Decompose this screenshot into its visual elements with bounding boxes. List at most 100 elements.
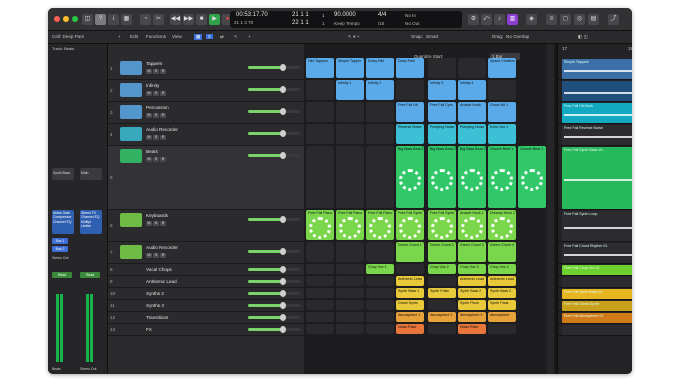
loop-cell[interactable]: Free Fall Cym [428,102,456,122]
track-name[interactable]: Audio Recorder [146,245,178,250]
loop-cell[interactable] [306,300,334,310]
volume-fader[interactable] [248,152,300,159]
track-name[interactable]: Tappers [146,61,162,66]
loop-cell[interactable]: Chop Vox 1 [366,264,394,274]
volume-fader[interactable] [248,278,300,285]
loop-cell[interactable]: Ghost Synth [396,300,424,310]
loop-cell[interactable]: Free Fall Piano [336,210,364,240]
loop-cell[interactable]: Infinity 1 [336,80,364,100]
loop-cell[interactable] [336,264,364,274]
loop-cell[interactable]: Infinity 2 [366,80,394,100]
stop-icon[interactable]: ■ [196,14,207,25]
loop-cell[interactable]: Anthemic Lead [488,276,516,286]
loop-cell[interactable]: Anthemic Lead [458,276,486,286]
loop-cell[interactable]: Arcade Hook 1 [458,210,486,240]
loop-browser-icon[interactable]: ◎ [574,14,585,25]
mute-solo-record[interactable]: MSR [146,91,167,96]
loop-cell[interactable]: Simple Tapper [336,58,364,78]
loop-cell[interactable] [306,102,334,122]
loop-cell[interactable]: Arcade Hook [458,102,486,122]
zoom-window-button[interactable] [72,16,78,22]
grid-view-toggle[interactable]: ▦ [194,34,203,40]
loop-cell[interactable]: Synth Bass 1 [396,288,424,298]
pencil-tool-icon[interactable]: + [248,34,251,39]
plugin-slot-b[interactable]: Main [80,168,102,180]
loop-cell[interactable] [306,80,334,100]
loop-cell[interactable]: Atmosphere 3 [458,312,486,322]
loop-cell[interactable]: Green Chord 1 [396,242,424,262]
loop-cell[interactable] [306,264,334,274]
volume-fader[interactable] [248,314,300,321]
region[interactable]: Free Fall Hit Hook [562,103,632,123]
track-row[interactable]: 3 Percussion M S R [108,102,304,124]
loop-cell[interactable]: Free Fall Hit [396,102,424,122]
loop-cell[interactable]: Big Bass Beat 3 [458,146,486,208]
track-name[interactable]: Percussion [146,105,169,110]
loop-cell[interactable] [366,146,394,208]
loop-cell[interactable] [428,276,456,286]
volume-fader[interactable] [248,130,300,137]
loop-cell[interactable]: Anthemic Lead [396,276,424,286]
loop-cell[interactable] [336,124,364,144]
forward-icon[interactable]: ▶▶ [183,14,194,25]
track-name[interactable]: Synths 3 [146,303,164,308]
loop-cell[interactable] [336,312,364,322]
track-row[interactable]: 6 Keyboards M S R [108,210,304,242]
track-name[interactable]: FX [146,327,152,332]
region[interactable]: Free Fall Synth Loop [562,211,632,241]
volume-fader[interactable] [248,64,300,71]
loop-cell[interactable] [306,242,334,262]
loop-cell[interactable] [366,312,394,322]
region[interactable] [562,277,632,287]
loop-cell[interactable]: Groove Beat 1 [488,146,516,208]
loop-cell[interactable] [428,300,456,310]
track-name[interactable]: Vocal Chops [146,267,172,272]
library-icon[interactable]: ◫ [82,14,93,25]
loop-cell[interactable] [366,300,394,310]
inspector-icon[interactable]: i [108,14,119,25]
track-row[interactable]: 7 Audio Recorder M S R [108,242,304,264]
loop-cell[interactable] [366,276,394,286]
list-editors-icon[interactable]: ≡ [546,14,557,25]
metronome-icon[interactable]: ♪ [494,14,505,25]
output-label[interactable]: Stereo Out [52,256,68,260]
tracks-view-toggle[interactable]: ≡ [206,34,213,39]
loop-cell[interactable]: Synth Pads [488,300,516,310]
loop-cell[interactable]: Infinity 4 [458,80,486,100]
drag-select[interactable]: No Overlap [506,34,529,39]
loop-cell[interactable] [366,242,394,262]
loop-cell[interactable]: Free Fall Piano [306,210,334,240]
loop-cell[interactable] [428,58,456,78]
volume-fader[interactable] [248,266,300,273]
track-name[interactable]: Keyboards [146,213,168,218]
loop-cell[interactable]: Noise Riser [396,324,424,334]
loop-cell[interactable]: Echo Vox 1 [488,124,516,144]
loop-cell[interactable]: Green Chord 4 [488,242,516,262]
loop-cell[interactable] [366,288,394,298]
view-menu[interactable]: View [172,34,182,39]
loop-cell[interactable]: Chop Vox 3 [458,264,486,274]
loop-cell[interactable] [306,324,334,334]
loop-cell[interactable] [306,276,334,286]
loop-cell[interactable]: Green Chord 2 [428,242,456,262]
tuner-icon[interactable]: ⤺ [481,14,492,25]
track-row[interactable]: 5 Beats M S R [108,146,304,210]
loop-cell[interactable]: Synth Pulse [428,288,456,298]
track-row[interactable]: 10 Synths 2 [108,288,304,300]
mute-solo-record[interactable]: MSR [146,135,167,140]
region[interactable]: Free Fall Reverse Noise [562,125,632,145]
loop-cell[interactable]: Space Chatters [488,58,516,78]
region[interactable]: Free Fall Ghost Synth [562,301,632,311]
loop-cell[interactable]: Big Bass Beat 1 [396,146,424,208]
mute-solo-record[interactable]: MSR [146,253,167,258]
count-in-icon[interactable]: ⚙ [468,14,479,25]
loop-cell[interactable] [306,312,334,322]
loop-cell[interactable] [336,102,364,122]
functions-menu[interactable]: Functions [146,34,166,39]
loop-cell[interactable] [458,58,486,78]
catch-icon[interactable]: ⇄ [220,34,224,40]
loop-cell[interactable] [366,324,394,334]
volume-fader[interactable] [248,290,300,297]
live-loops-icon[interactable]: ▥ [507,14,518,25]
loop-cell[interactable] [488,80,516,100]
